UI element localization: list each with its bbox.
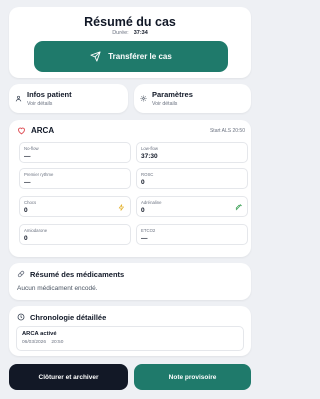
event-date: 06/03/2026 [22, 340, 47, 345]
parameters-title: Paramètres [152, 90, 193, 99]
chronology-card: Chronologie détaillée ARCA activé 06/03/… [9, 306, 251, 356]
provisional-note-label: Note provisoire [168, 373, 217, 381]
transfer-case-button[interactable]: Transférer le cas [34, 41, 228, 72]
field-value: 0 [24, 207, 28, 214]
parameters-card[interactable]: Paramètres Voir détails [134, 84, 251, 113]
arca-title: ARCA [31, 126, 55, 135]
field-label: Amiodarone [24, 228, 48, 233]
field-label: ROSC [141, 172, 154, 177]
medications-title: Résumé des médicaments [30, 270, 125, 279]
close-archive-button[interactable]: Clôturer et archiver [9, 364, 128, 390]
duration-label: Durée: [112, 30, 129, 36]
transfer-case-label: Transférer le cas [108, 52, 172, 61]
event-title: ARCA activé [22, 331, 57, 337]
field-value: 0 [141, 179, 145, 186]
patient-info-subtitle: Voir détails [27, 101, 53, 107]
field-low-flow[interactable]: Low-flow 37:30 [136, 142, 248, 163]
field-value: — [24, 179, 31, 186]
patient-info-title: Infos patient [27, 90, 72, 99]
timeline-event[interactable]: ARCA activé 06/03/2026 20:50 [16, 326, 244, 351]
field-chocs[interactable]: Chocs 0 [19, 196, 131, 217]
field-value: — [24, 153, 31, 160]
close-archive-label: Clôturer et archiver [38, 373, 99, 381]
arca-start-time: Start ALS 20:50 [209, 128, 245, 134]
field-premier-rythme[interactable]: Premier rythme — [19, 168, 131, 189]
event-timestamp: 06/03/2026 20:50 [22, 340, 63, 345]
medications-summary-card: Résumé des médicaments Aucun médicament … [9, 263, 251, 300]
field-value: 0 [24, 235, 28, 242]
field-no-flow[interactable]: No-flow — [19, 142, 131, 163]
field-etco2[interactable]: ETCO2 — [136, 224, 248, 245]
user-icon [15, 95, 22, 102]
field-adrenaline[interactable]: Adrénaline 0 [136, 196, 248, 217]
clock-icon [17, 313, 25, 321]
send-icon [90, 51, 101, 62]
field-label: Chocs [24, 200, 37, 205]
medications-empty-text: Aucun médicament encodé. [17, 285, 98, 292]
case-summary-header: Résumé du cas Durée: 37:34 Transférer le … [9, 7, 251, 78]
field-label: No-flow [24, 146, 39, 151]
field-rosc[interactable]: ROSC 0 [136, 168, 248, 189]
lightning-icon[interactable] [118, 204, 125, 211]
field-label: ETCO2 [141, 228, 156, 233]
event-time: 20:50 [51, 340, 64, 345]
chronology-title: Chronologie détaillée [30, 313, 107, 322]
duration-row: Durée: 37:34 [9, 30, 251, 36]
patient-info-card[interactable]: Infos patient Voir détails [9, 84, 128, 113]
field-value: 37:30 [141, 153, 158, 160]
field-amiodarone[interactable]: Amiodarone 0 [19, 224, 131, 245]
parameters-subtitle: Voir détails [152, 101, 178, 107]
provisional-note-button[interactable]: Note provisoire [134, 364, 251, 390]
field-value: 0 [141, 207, 145, 214]
heart-icon [18, 127, 25, 135]
duration-value: 37:34 [133, 30, 148, 36]
syringe-icon[interactable] [235, 204, 242, 211]
field-value: — [141, 235, 148, 242]
field-label: Adrénaline [141, 200, 162, 205]
field-label: Low-flow [141, 146, 158, 151]
settings-icon [140, 95, 147, 102]
field-label: Premier rythme [24, 172, 54, 177]
page-title: Résumé du cas [84, 15, 176, 29]
pill-icon [17, 270, 25, 278]
arca-card: ARCA Start ALS 20:50 No-flow — Low-flow … [9, 120, 251, 257]
